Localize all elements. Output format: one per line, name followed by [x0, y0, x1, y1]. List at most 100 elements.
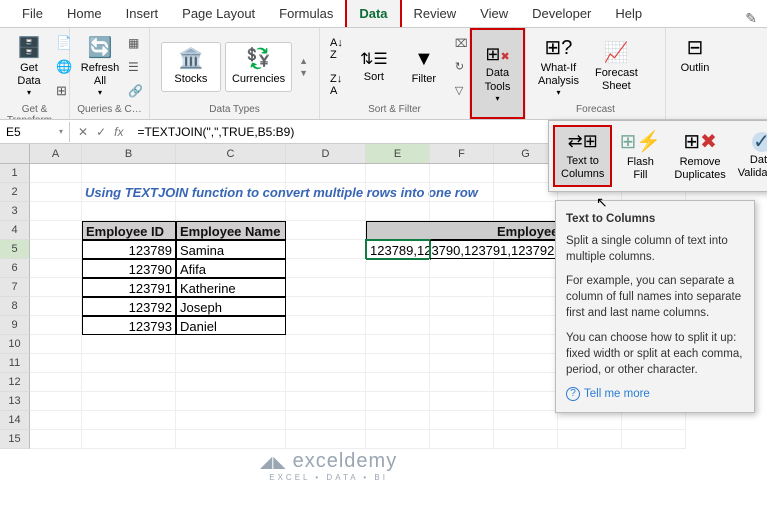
col-header-F[interactable]: F — [430, 144, 494, 163]
row-header[interactable]: 3 — [0, 202, 30, 221]
tab-data[interactable]: Data — [345, 0, 401, 27]
forecast-icon: 📈 — [604, 41, 629, 65]
row-header[interactable]: 7 — [0, 278, 30, 297]
row-header[interactable]: 10 — [0, 335, 30, 354]
tooltip-line: Split a single column of text into multi… — [566, 233, 744, 265]
get-data-button[interactable]: 🗄️ Get Data ▾ — [6, 32, 52, 102]
table-cell[interactable]: 123792 — [82, 297, 176, 316]
tab-review[interactable]: Review — [402, 0, 469, 27]
row-header[interactable]: 1 — [0, 164, 30, 183]
data-tools-icon: ⊞✖ — [485, 44, 509, 66]
table-cell[interactable]: Katherine — [176, 278, 286, 297]
data-tools-button[interactable]: ⊞✖ Data Tools ▾ — [470, 28, 525, 119]
data-validation-button[interactable]: ✓ Data Validation — [732, 125, 767, 187]
sort-desc-button[interactable]: Z↓A — [326, 71, 347, 99]
table-cell[interactable]: 123793 — [82, 316, 176, 335]
col-header-B[interactable]: B — [82, 144, 176, 163]
table-cell[interactable]: Afifa — [176, 259, 286, 278]
table-cell[interactable]: 123791 — [82, 278, 176, 297]
currencies-button[interactable]: 💱 Currencies — [225, 42, 292, 91]
row-header[interactable]: 14 — [0, 411, 30, 430]
row-header[interactable]: 8 — [0, 297, 30, 316]
selected-cell[interactable]: 123789,123790,123791,123792, — [366, 240, 430, 259]
brand-logo: ◢◣ exceldemy EXCEL • DATA • BI — [260, 450, 397, 482]
row-header[interactable]: 6 — [0, 259, 30, 278]
ribbon-tabs: File Home Insert Page Layout Formulas Da… — [0, 0, 767, 28]
refresh-icon: 🔄 — [88, 36, 113, 60]
tab-formulas[interactable]: Formulas — [267, 0, 345, 27]
tooltip-title: Text to Columns — [566, 211, 744, 227]
scroll-down-icon[interactable]: ▼ — [299, 68, 308, 78]
tab-help[interactable]: Help — [603, 0, 654, 27]
what-if-button[interactable]: ⊞? What-If Analysis ▾ — [532, 32, 585, 102]
row-header[interactable]: 12 — [0, 373, 30, 392]
title-text[interactable]: Using TEXTJOIN function to convert multi… — [82, 183, 176, 202]
col-header-D[interactable]: D — [286, 144, 366, 163]
header-employee-id[interactable]: Employee ID — [82, 221, 176, 240]
text-to-columns-button[interactable]: ⇄⊞ Text to Columns — [553, 125, 612, 187]
tooltip-line: For example, you can separate a column o… — [566, 273, 744, 321]
currencies-icon: 💱 — [246, 47, 271, 71]
flash-fill-icon: ⊞⚡ — [620, 130, 662, 154]
get-data-icon: 🗄️ — [17, 36, 42, 60]
tab-insert[interactable]: Insert — [114, 0, 171, 27]
row-header[interactable]: 9 — [0, 316, 30, 335]
edit-links-icon[interactable]: 🔗 — [128, 84, 143, 98]
fx-icon[interactable]: fx — [114, 125, 123, 139]
row-header[interactable]: 13 — [0, 392, 30, 411]
col-header-A[interactable]: A — [30, 144, 82, 163]
header-employee-name[interactable]: Employee Name — [176, 221, 286, 240]
tab-developer[interactable]: Developer — [520, 0, 603, 27]
col-header-C[interactable]: C — [176, 144, 286, 163]
row-header[interactable]: 11 — [0, 354, 30, 373]
outline-button[interactable]: ⊟ Outlin — [672, 32, 718, 79]
remove-duplicates-button[interactable]: ⊞✖ Remove Duplicates — [668, 125, 731, 187]
sort-button[interactable]: ⇅☰ Sort — [351, 32, 397, 102]
brand-icon: ◢◣ — [260, 452, 287, 472]
tab-file[interactable]: File — [10, 0, 55, 27]
filter-icon: ▼ — [414, 47, 434, 71]
data-tools-submenu: ⇄⊞ Text to Columns ⊞⚡ Flash Fill ⊞✖ Remo… — [548, 120, 767, 192]
cancel-icon[interactable]: ✕ — [78, 125, 88, 139]
properties-icon[interactable]: ☰ — [128, 60, 143, 74]
group-get-transform: Get & Transform… — [6, 102, 63, 120]
col-header-E[interactable]: E — [366, 144, 430, 163]
stocks-button[interactable]: 🏛️ Stocks — [161, 42, 221, 91]
enter-icon[interactable]: ✓ — [96, 125, 106, 139]
sort-asc-button[interactable]: A↓Z — [326, 35, 347, 63]
clear-filter-icon[interactable]: ⌧ — [451, 35, 472, 52]
group-forecast: Forecast — [532, 102, 659, 115]
stocks-icon: 🏛️ — [178, 47, 203, 71]
forecast-sheet-button[interactable]: 📈 Forecast Sheet — [589, 32, 644, 102]
table-cell[interactable]: 123789 — [82, 240, 176, 259]
advanced-icon[interactable]: ▽ — [451, 82, 472, 99]
row-header[interactable]: 15 — [0, 430, 30, 449]
outline-icon: ⊟ — [687, 36, 704, 60]
remove-duplicates-icon: ⊞✖ — [683, 130, 717, 154]
row-header[interactable]: 2 — [0, 183, 30, 202]
row-header[interactable]: 5 — [0, 240, 30, 259]
tab-view[interactable]: View — [468, 0, 520, 27]
table-cell[interactable]: 123790 — [82, 259, 176, 278]
reapply-icon[interactable]: ↻ — [451, 58, 472, 75]
cursor-icon: ↖ — [596, 194, 608, 211]
table-cell[interactable]: Daniel — [176, 316, 286, 335]
row-header[interactable]: 4 — [0, 221, 30, 240]
info-icon: ? — [566, 387, 580, 401]
table-cell[interactable]: Samina — [176, 240, 286, 259]
table-cell[interactable]: Joseph — [176, 297, 286, 316]
group-queries: Queries & C… — [76, 102, 143, 115]
queries-icon[interactable]: ▦ — [128, 36, 143, 50]
flash-fill-button[interactable]: ⊞⚡ Flash Fill — [612, 125, 668, 187]
select-all-corner[interactable] — [0, 144, 30, 163]
tab-home[interactable]: Home — [55, 0, 114, 27]
what-if-icon: ⊞? — [545, 36, 573, 60]
scroll-up-icon[interactable]: ▲ — [299, 56, 308, 66]
refresh-all-button[interactable]: 🔄 Refresh All ▾ — [76, 32, 124, 102]
ribbon-content: 🗄️ Get Data ▾ 📄 🌐 ⊞ Get & Transform… 🔄 R… — [0, 28, 767, 120]
share-icon[interactable]: ✎ — [745, 10, 757, 27]
filter-button[interactable]: ▼ Filter — [401, 32, 447, 102]
tell-me-more-link[interactable]: ? Tell me more — [566, 386, 744, 402]
tab-page-layout[interactable]: Page Layout — [170, 0, 267, 27]
name-box[interactable]: E5▾ — [0, 122, 70, 142]
